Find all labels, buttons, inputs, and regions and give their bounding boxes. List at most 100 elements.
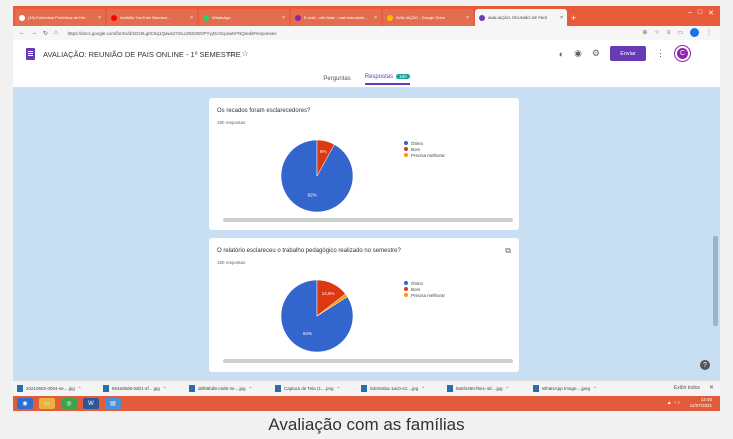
download-chevron-icon[interactable]: ⌃ <box>249 386 253 392</box>
legend-label: Bom <box>411 286 421 292</box>
download-file-name: 8848d8d8-0d01-4f....jpg <box>112 386 160 391</box>
download-chevron-icon[interactable]: ⌃ <box>163 386 167 392</box>
browser-tab[interactable]: (19) Entrevista Prefeitura de Her... × <box>15 9 105 26</box>
download-item[interactable]: d6f68bd8-c6d9-4e....jpg ⌃ <box>189 385 269 392</box>
reload-icon[interactable]: ↻ <box>43 30 48 37</box>
pie-chart: 92% 8% <box>279 138 355 219</box>
taskbar: ◉ ▭ ◎ W ▤ ▲ ◔ ♪ 13:45 11/07/2021 <box>13 396 720 411</box>
palette-icon[interactable]: ◐ <box>559 49 564 59</box>
forms-doc-icon[interactable] <box>26 48 35 60</box>
maximize-icon[interactable]: □ <box>698 9 702 17</box>
pie-slice-label: 14,5% <box>322 291 335 296</box>
tab-close-icon[interactable]: × <box>98 15 101 21</box>
tab-favicon-icon <box>479 14 485 21</box>
download-item[interactable]: WhatsApp Image....jpeg ⌃ <box>533 385 613 392</box>
legend-dot-icon <box>404 153 408 157</box>
download-chevron-icon[interactable]: ⌃ <box>78 386 82 392</box>
back-icon[interactable]: ← <box>19 30 25 36</box>
browser-tab[interactable]: E-mail - não lidas - mail.estudante... × <box>291 9 381 26</box>
legend-label: Precisa melhorar <box>411 292 446 298</box>
browser-tab[interactable]: AVALIAÇÃO: REUNIÃO DE PAIS × <box>475 9 567 26</box>
clock-date: 11/07/2021 <box>689 403 712 408</box>
copy-chart-icon[interactable]: ⧉ <box>505 246 511 256</box>
tab-responses[interactable]: Respostas 180 <box>364 74 410 85</box>
question-card: O relatório esclareceu o trabalho pedagó… <box>209 238 519 372</box>
download-chevron-icon[interactable]: ⌃ <box>421 386 425 392</box>
chrome-icon[interactable]: ◎ <box>61 398 77 409</box>
minimize-icon[interactable]: – <box>688 9 692 17</box>
avatar[interactable]: C <box>675 46 690 61</box>
download-shelf: 20210602-0004-se....jpg ⌃ 8848d8d8-0d01-4f… <box>13 380 720 396</box>
cast-icon[interactable]: ▭ <box>677 29 683 36</box>
file-explorer-icon[interactable]: ▭ <box>39 398 55 409</box>
form-header: AVALIAÇÃO: REUNIÃO DE PAIS ONLINE - 1º S… <box>13 40 720 88</box>
menu-icon[interactable]: ⋮ <box>706 29 712 36</box>
download-chevron-icon[interactable]: ⌃ <box>593 386 597 392</box>
profile-icon[interactable] <box>690 28 699 37</box>
download-item[interactable]: 20210602-0004-se....jpg ⌃ <box>17 385 97 392</box>
forward-icon[interactable]: → <box>31 30 37 36</box>
send-button[interactable]: Enviar <box>610 46 646 61</box>
bookmark-star-icon[interactable]: ☆ <box>654 29 659 36</box>
word-icon[interactable]: W <box>83 398 99 409</box>
browser-tab[interactable]: Aultidão YouTube Banrisul... × <box>107 9 197 26</box>
file-image-icon <box>533 385 539 392</box>
extensions-icon[interactable]: ≡ <box>667 30 671 36</box>
help-icon[interactable]: ? <box>700 360 710 370</box>
download-chevron-icon[interactable]: ⌃ <box>506 386 510 392</box>
tab-favicon-icon <box>203 14 209 21</box>
legend-label: Ótimo <box>411 140 424 146</box>
download-chevron-icon[interactable]: ⌃ <box>336 386 340 392</box>
tab-close-icon[interactable]: × <box>282 15 285 21</box>
browser-tab-label: (19) Entrevista Prefeitura de Her... <box>28 15 89 20</box>
start-icon[interactable]: ◉ <box>17 398 33 409</box>
responses-content[interactable]: Os recados foram esclarecedores? 180 res… <box>13 88 720 380</box>
browser-tab-label: WhatsApp <box>212 15 231 20</box>
browser-tab-strip: (19) Entrevista Prefeitura de Her... × Aul… <box>13 6 720 26</box>
app-icon[interactable]: ▤ <box>105 398 121 409</box>
tab-close-icon[interactable]: × <box>190 15 193 21</box>
chart-legend: Ótimo Bom Precisa melhorar <box>404 140 445 158</box>
slide-caption: Avaliação com as famílias <box>268 415 465 434</box>
zoom-icon[interactable]: ⊕ <box>642 29 647 36</box>
pie-chart: 84% 14,5% <box>279 278 355 359</box>
url-field[interactable]: https://docs.google.com/forms/d/1Dz0Lg0C… <box>68 31 277 36</box>
folder-icon[interactable]: ▭ <box>228 49 236 58</box>
download-item[interactable]: 8a6f4460-f6e1-4d....jpg ⌃ <box>447 385 527 392</box>
more-options-icon[interactable]: ⋮ <box>656 48 665 59</box>
star-icon[interactable]: ☆ <box>242 49 249 58</box>
close-window-icon[interactable]: ✕ <box>708 9 714 17</box>
slide-frame: (19) Entrevista Prefeitura de Her... × Aul… <box>0 0 733 439</box>
browser-tab[interactable]: AVALIAÇÃO - Google Drive × <box>383 9 473 26</box>
close-shelf-icon[interactable]: ✕ <box>709 384 714 391</box>
browser-tab[interactable]: WhatsApp × <box>199 9 289 26</box>
download-item[interactable]: 0dc9c5ba-1ac0-41....jpg ⌃ <box>361 385 441 392</box>
browser-tab-label: AVALIAÇÃO: REUNIÃO DE PAIS <box>488 15 548 20</box>
horizontal-scrollbar[interactable] <box>223 218 513 222</box>
home-icon[interactable]: ⌂ <box>54 30 58 36</box>
form-tabs: Perguntas Respostas 180 <box>13 70 720 88</box>
new-tab-button[interactable]: + <box>571 10 576 26</box>
screenshot: (19) Entrevista Prefeitura de Her... × Aul… <box>13 6 720 411</box>
settings-gear-icon[interactable]: ⚙ <box>592 48 600 59</box>
clock[interactable]: 13:45 11/07/2021 <box>690 397 712 409</box>
question-title: Os recados foram esclarecedores? <box>217 108 311 114</box>
tab-favicon-icon <box>295 14 301 21</box>
browser-tab-label: E-mail - não lidas - mail.estudante... <box>304 15 368 20</box>
responses-count-badge: 180 <box>396 74 410 79</box>
preview-eye-icon[interactable]: ◉ <box>574 48 582 59</box>
download-item[interactable]: Captura de Tela (1....png ⌃ <box>275 385 355 392</box>
system-tray-icons[interactable]: ▲ ◔ ♪ <box>667 400 680 406</box>
download-item[interactable]: 8848d8d8-0d01-4f....jpg ⌃ <box>103 385 183 392</box>
tab-close-icon[interactable]: × <box>560 15 563 21</box>
window-controls[interactable]: – □ ✕ <box>688 9 714 17</box>
horizontal-scrollbar[interactable] <box>223 359 513 363</box>
tab-questions[interactable]: Perguntas <box>323 76 350 82</box>
legend-label: Ótimo <box>411 280 424 286</box>
form-title[interactable]: AVALIAÇÃO: REUNIÃO DE PAIS ONLINE - 1º S… <box>43 50 241 59</box>
show-all-downloads-button[interactable]: Exibir todos <box>674 385 700 391</box>
tab-close-icon[interactable]: × <box>466 15 469 21</box>
legend-dot-icon <box>404 147 408 151</box>
vertical-scrollbar[interactable] <box>713 236 718 326</box>
tab-close-icon[interactable]: × <box>374 15 377 21</box>
